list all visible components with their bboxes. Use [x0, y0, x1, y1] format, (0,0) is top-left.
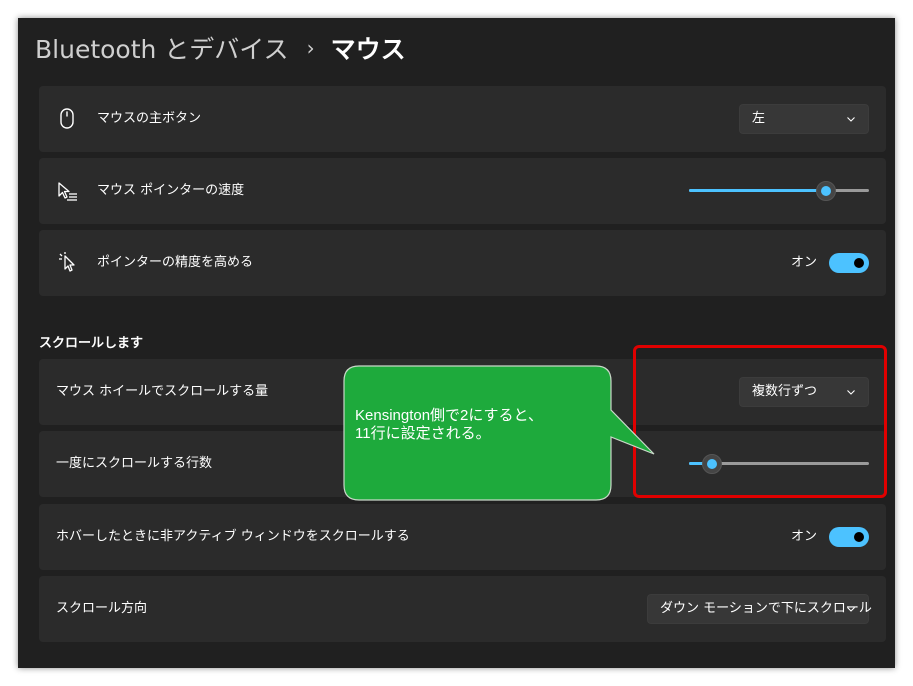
annotation-line-1: Kensington側で2にすると、 — [355, 407, 543, 424]
annotation-line-2: 11行に設定される。 — [355, 425, 491, 442]
annotation-callout-bubble — [343, 365, 655, 501]
settings-window: Bluetooth とデバイス › マウス マウスの主ボタン 左 マウス ポイン… — [18, 18, 895, 668]
annotation-text: Kensington側で2にすると、 11行に設定される。 — [355, 407, 543, 443]
